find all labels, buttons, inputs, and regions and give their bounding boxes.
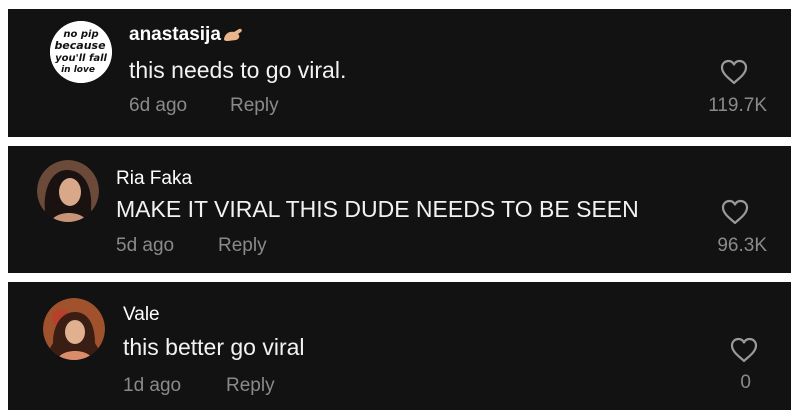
comment-text: this needs to go viral.	[129, 57, 347, 83]
comment-age: 6d ago	[129, 95, 188, 116]
comment-text: MAKE IT VIRAL THIS DUDE NEEDS TO BE SEEN	[116, 196, 639, 222]
reply-button[interactable]: Reply	[226, 375, 275, 397]
heart-icon[interactable]	[730, 337, 758, 363]
username[interactable]: Vale	[123, 304, 160, 326]
avatar[interactable]	[37, 160, 99, 222]
comment-card: Ria Faka MAKE IT VIRAL THIS DUDE NEEDS T…	[8, 146, 791, 273]
svg-text:in love: in love	[61, 65, 95, 75]
comment-card: no pip because you'll fall in love anast…	[8, 9, 791, 137]
avatar[interactable]	[43, 298, 105, 360]
like-count: 119.7K	[708, 95, 767, 116]
like-count: 96.3K	[717, 235, 767, 256]
comment-card: Vale this better go viral 1d ago Reply 0	[8, 282, 791, 410]
reply-button[interactable]: Reply	[218, 235, 267, 257]
comment-age: 5d ago	[116, 235, 175, 256]
heart-icon[interactable]	[721, 199, 749, 225]
comment-text: this better go viral	[123, 334, 305, 360]
username[interactable]: Ria Faka	[116, 168, 192, 190]
heart-icon[interactable]	[720, 59, 748, 85]
profile-photo	[43, 298, 105, 360]
username[interactable]: anastasija	[129, 24, 244, 46]
svg-text:you'll fall: you'll fall	[55, 53, 107, 64]
hand-icon	[222, 25, 244, 43]
comment-age: 1d ago	[123, 375, 182, 396]
like-count: 0	[740, 372, 751, 393]
reply-button[interactable]: Reply	[230, 95, 279, 117]
avatar-text-logo: no pip because you'll fall in love	[50, 21, 112, 83]
svg-text:because: because	[54, 39, 106, 52]
profile-photo	[37, 160, 99, 222]
avatar[interactable]: no pip because you'll fall in love	[50, 21, 112, 83]
